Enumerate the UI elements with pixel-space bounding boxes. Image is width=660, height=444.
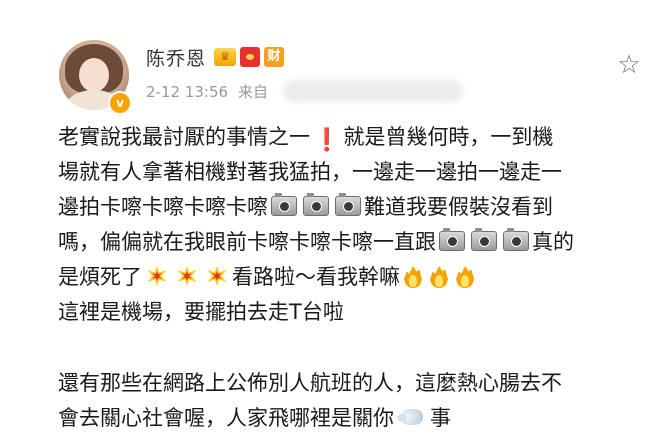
blurred-source (283, 80, 463, 102)
post-text: 會去關心社會喔，人家飛哪裡是關你 (58, 406, 394, 430)
post-text-line: 這裡是機場，要擺拍去走T台啦 (58, 295, 648, 330)
fortune-badge-icon[interactable]: 财 (264, 47, 284, 67)
post-text: 就是曾幾何時，一到機 (343, 125, 554, 149)
post-text: 場就有人拿著相機對著我猛拍，一邊走一邊拍一邊走一 (58, 160, 562, 184)
avatar-face (79, 58, 109, 92)
fire-icon (403, 264, 423, 288)
camera-icon (439, 228, 465, 251)
fire-icon (429, 264, 449, 288)
post-content: 老實說我最討厭的事情之一 ❗ 就是曾幾何時，一到機場就有人拿著相機對著我猛拍，一邊走… (58, 120, 648, 436)
post-text-line: 邊拍卡嚓卡嚓卡嚓卡嚓 難道我要假裝沒看到 (58, 190, 648, 225)
post-text: 是煩死了 (58, 265, 142, 289)
post-text: 真的 (532, 230, 574, 254)
camera-icon (503, 228, 529, 251)
weibo-post: v 陈乔恩 ♛ 财 2-12 13:56 来自 ☆ 老實說我最討厭的事情之一 ❗ 就是… (0, 0, 660, 444)
post-timestamp: 2-12 13:56 (146, 83, 229, 101)
puff-icon (397, 406, 427, 428)
post-text: 事 (430, 406, 451, 430)
post-text: 嗎，偏偏就在我眼前卡嚓卡嚓卡嚓一直跟 (58, 230, 436, 254)
post-text-line: 嗎，偏偏就在我眼前卡嚓卡嚓卡嚓一直跟 真的 (58, 225, 648, 260)
anger-burst-icon (145, 264, 169, 288)
post-text: 邊拍卡嚓卡嚓卡嚓卡嚓 (58, 195, 268, 219)
post-text: 還有那些在網路上公佈別人航班的人，這麼熱心腸去不 (58, 371, 562, 395)
post-source-prefix: 来自 (238, 83, 269, 101)
post-text: 這裡是機場，要擺拍去走T台啦 (58, 300, 344, 324)
exclamation-icon: ❗ (313, 128, 341, 153)
fire-icon (455, 264, 475, 288)
post-meta: 2-12 13:56 来自 (146, 81, 268, 102)
post-text-line: 是煩死了 看路啦～看我幹嘛 (58, 260, 648, 295)
verified-badge-icon: v (108, 91, 132, 115)
camera-icon (271, 193, 297, 216)
post-text: 難道我要假裝沒看到 (364, 195, 553, 219)
anger-burst-icon (205, 264, 229, 288)
username[interactable]: 陈乔恩 (146, 44, 206, 71)
vip-crown-icon[interactable]: ♛ (214, 48, 236, 66)
red-packet-icon[interactable] (240, 47, 260, 67)
post-text: 看路啦～看我幹嘛 (232, 265, 400, 289)
camera-icon (335, 193, 361, 216)
camera-icon (303, 193, 329, 216)
post-text: 老實說我最討厭的事情之一 (58, 125, 310, 149)
post-text-line: 老實說我最討厭的事情之一 ❗ 就是曾幾何時，一到機 (58, 120, 648, 155)
post-text-line: 會去關心社會喔，人家飛哪裡是關你 事 (58, 401, 648, 436)
camera-icon (471, 228, 497, 251)
post-text-line: 還有那些在網路上公佈別人航班的人，這麼熱心腸去不 (58, 366, 648, 401)
favorite-star-icon[interactable]: ☆ (616, 52, 642, 78)
anger-burst-icon (175, 264, 199, 288)
post-text-line: 場就有人拿著相機對著我猛拍，一邊走一邊拍一邊走一 (58, 155, 648, 190)
